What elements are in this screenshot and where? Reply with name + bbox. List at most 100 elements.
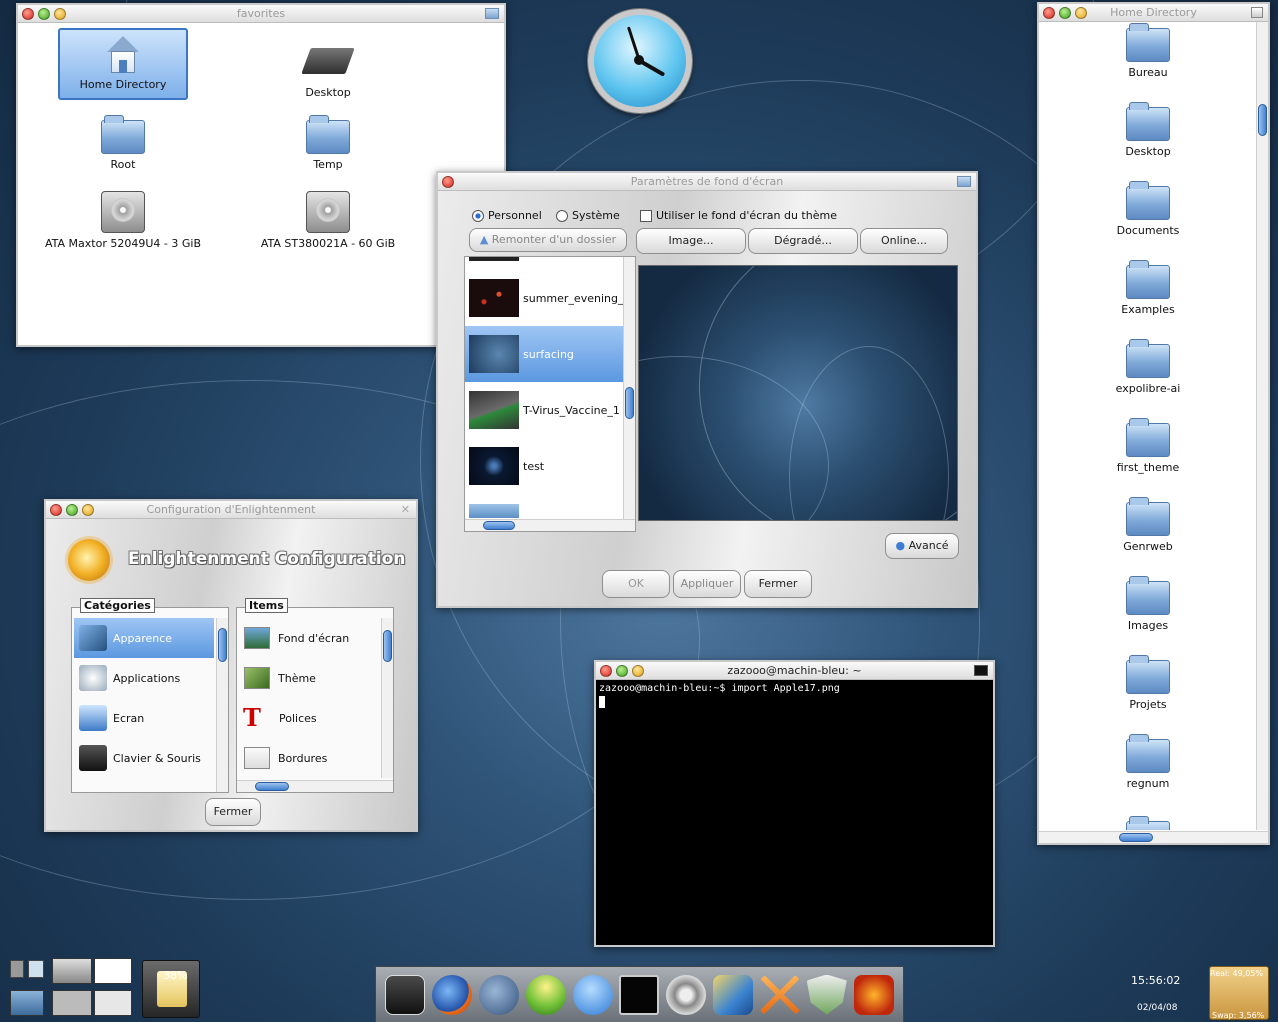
radio-system[interactable]: Système bbox=[556, 209, 620, 222]
close-config-button[interactable]: Fermer bbox=[205, 798, 261, 826]
home-folder-item[interactable]: Examples bbox=[1103, 260, 1193, 316]
category-item[interactable]: Clavier & Souris bbox=[74, 738, 214, 778]
list-item[interactable]: T-Virus_Vaccine_1 bbox=[465, 382, 635, 438]
favorite-temp[interactable]: Temp bbox=[283, 115, 373, 171]
close-button[interactable] bbox=[22, 8, 34, 20]
config-heading: Enlightenment Configuration bbox=[128, 549, 406, 569]
home-folder-item[interactable]: first_theme bbox=[1103, 418, 1193, 474]
favorite-desktop[interactable]: Desktop bbox=[283, 40, 373, 99]
gimp-icon[interactable] bbox=[479, 974, 520, 1015]
item-icon bbox=[244, 627, 270, 649]
favorite-root[interactable]: Root bbox=[78, 115, 168, 171]
close-x-icon[interactable]: ✕ bbox=[401, 501, 410, 518]
window-menu-icon[interactable] bbox=[957, 176, 971, 187]
scroll-thumb[interactable] bbox=[483, 521, 515, 530]
folder-icon bbox=[1126, 734, 1170, 773]
window-menu-icon[interactable] bbox=[1251, 7, 1263, 18]
favorite-home-directory[interactable]: Home Directory bbox=[58, 28, 188, 100]
favorite-hdd-maxtor[interactable]: ATA Maxtor 52049U4 - 3 GiB bbox=[33, 191, 213, 250]
close-button[interactable] bbox=[442, 176, 454, 188]
minimize-button[interactable] bbox=[54, 8, 66, 20]
minimize-button[interactable] bbox=[1075, 7, 1087, 19]
image-viewer-icon[interactable] bbox=[713, 974, 754, 1015]
home-folder-item[interactable]: Projets bbox=[1103, 655, 1193, 711]
advanced-button[interactable]: ● Avancé bbox=[885, 533, 959, 559]
config-item[interactable]: Thème bbox=[239, 658, 379, 698]
user-icon[interactable] bbox=[525, 974, 566, 1015]
items-panel: Items Fond d'écran Thème T Polices Bordures bbox=[236, 598, 394, 793]
gradient-button[interactable]: Dégradé... bbox=[748, 228, 858, 254]
config-titlebar[interactable]: Configuration d'Enlightenment ✕ bbox=[46, 501, 416, 519]
minimize-button[interactable] bbox=[632, 665, 644, 677]
home-folder-item[interactable]: Desktop bbox=[1103, 102, 1193, 158]
close-button[interactable] bbox=[1043, 7, 1055, 19]
vertical-scrollbar[interactable] bbox=[216, 618, 228, 792]
up-folder-button[interactable]: ▲ Remonter d'un dossier bbox=[469, 228, 627, 252]
shield-icon[interactable] bbox=[806, 974, 847, 1015]
maximize-button[interactable] bbox=[1059, 7, 1071, 19]
image-button[interactable]: Image... bbox=[636, 228, 746, 254]
terminal-titlebar[interactable]: zazooo@machin-bleu: ~ bbox=[596, 662, 993, 680]
minimize-button[interactable] bbox=[82, 504, 94, 516]
home-folder-item[interactable]: Bureau bbox=[1103, 23, 1193, 79]
item-icon bbox=[244, 667, 270, 689]
scroll-thumb[interactable] bbox=[383, 630, 392, 662]
use-theme-wallpaper-checkbox[interactable]: Utiliser le fond d'écran du thème bbox=[640, 209, 837, 222]
scroll-thumb[interactable] bbox=[1119, 833, 1153, 842]
scroll-thumb[interactable] bbox=[255, 782, 289, 791]
config-item[interactable]: Bordures bbox=[239, 738, 379, 778]
close-dialog-button[interactable]: Fermer bbox=[744, 570, 812, 598]
window-menu-icon[interactable] bbox=[485, 8, 499, 19]
music-icon[interactable] bbox=[666, 974, 707, 1015]
home-directory-titlebar[interactable]: Home Directory bbox=[1039, 4, 1268, 22]
folder-icon bbox=[1126, 339, 1170, 378]
wallpaper-titlebar[interactable]: Paramètres de fond d'écran bbox=[438, 173, 976, 191]
horizontal-scrollbar[interactable] bbox=[465, 519, 635, 531]
category-item[interactable]: Applications bbox=[74, 658, 214, 698]
maximize-button[interactable] bbox=[66, 504, 78, 516]
home-folder-item[interactable]: expolibre-ai bbox=[1103, 339, 1193, 395]
online-button[interactable]: Online... bbox=[860, 228, 948, 254]
horizontal-scrollbar[interactable] bbox=[1039, 831, 1268, 843]
category-item[interactable]: Apparence bbox=[74, 618, 214, 658]
terminal-output[interactable]: zazooo@machin-bleu:~$ import Apple17.png bbox=[596, 680, 993, 711]
item-label: Images bbox=[1127, 619, 1169, 632]
pager[interactable] bbox=[6, 958, 132, 1020]
favorites-titlebar[interactable]: favorites bbox=[18, 5, 504, 23]
home-icon[interactable] bbox=[385, 974, 426, 1015]
home-folder-item[interactable]: Genrweb bbox=[1103, 497, 1193, 553]
favorite-hdd-st[interactable]: ATA ST380021A - 60 GiB bbox=[238, 191, 418, 250]
chat-icon[interactable] bbox=[759, 974, 800, 1015]
category-item[interactable]: Ecran bbox=[74, 698, 214, 738]
horizontal-scrollbar[interactable] bbox=[237, 780, 393, 792]
home-folder-item[interactable]: Images bbox=[1103, 576, 1193, 632]
home-folder-item[interactable]: Documents bbox=[1103, 181, 1193, 237]
ok-button[interactable]: OK bbox=[602, 570, 670, 598]
vertical-scrollbar[interactable] bbox=[623, 257, 635, 519]
game-icon[interactable] bbox=[853, 974, 894, 1015]
close-button[interactable] bbox=[600, 665, 612, 677]
item-label: Polices bbox=[279, 711, 317, 725]
battery-monitor: 38% bbox=[142, 960, 200, 1018]
radio-personal[interactable]: Personnel bbox=[472, 209, 542, 222]
scroll-thumb[interactable] bbox=[218, 628, 227, 662]
config-item[interactable]: T Polices bbox=[239, 698, 379, 738]
vertical-scrollbar[interactable] bbox=[1256, 22, 1268, 830]
list-item[interactable]: test bbox=[465, 438, 635, 494]
scroll-thumb[interactable] bbox=[625, 387, 634, 419]
terminal-icon[interactable] bbox=[619, 974, 660, 1015]
maximize-button[interactable] bbox=[38, 8, 50, 20]
scroll-thumb[interactable] bbox=[1258, 104, 1267, 136]
firefox-icon[interactable] bbox=[432, 974, 473, 1015]
config-item[interactable]: Fond d'écran bbox=[239, 618, 379, 658]
apply-button[interactable]: Appliquer bbox=[673, 570, 741, 598]
messenger-icon[interactable] bbox=[572, 974, 613, 1015]
vertical-scrollbar[interactable] bbox=[381, 618, 393, 778]
list-item-selected[interactable]: surfacing bbox=[465, 326, 635, 382]
swap-memory: Swap: 3,56% bbox=[1212, 1011, 1265, 1020]
maximize-button[interactable] bbox=[616, 665, 628, 677]
close-button[interactable] bbox=[50, 504, 62, 516]
home-folder-item[interactable]: regnum bbox=[1103, 734, 1193, 790]
item-label: first_theme bbox=[1116, 461, 1180, 474]
list-item[interactable]: summer_evening_ bbox=[465, 270, 635, 326]
